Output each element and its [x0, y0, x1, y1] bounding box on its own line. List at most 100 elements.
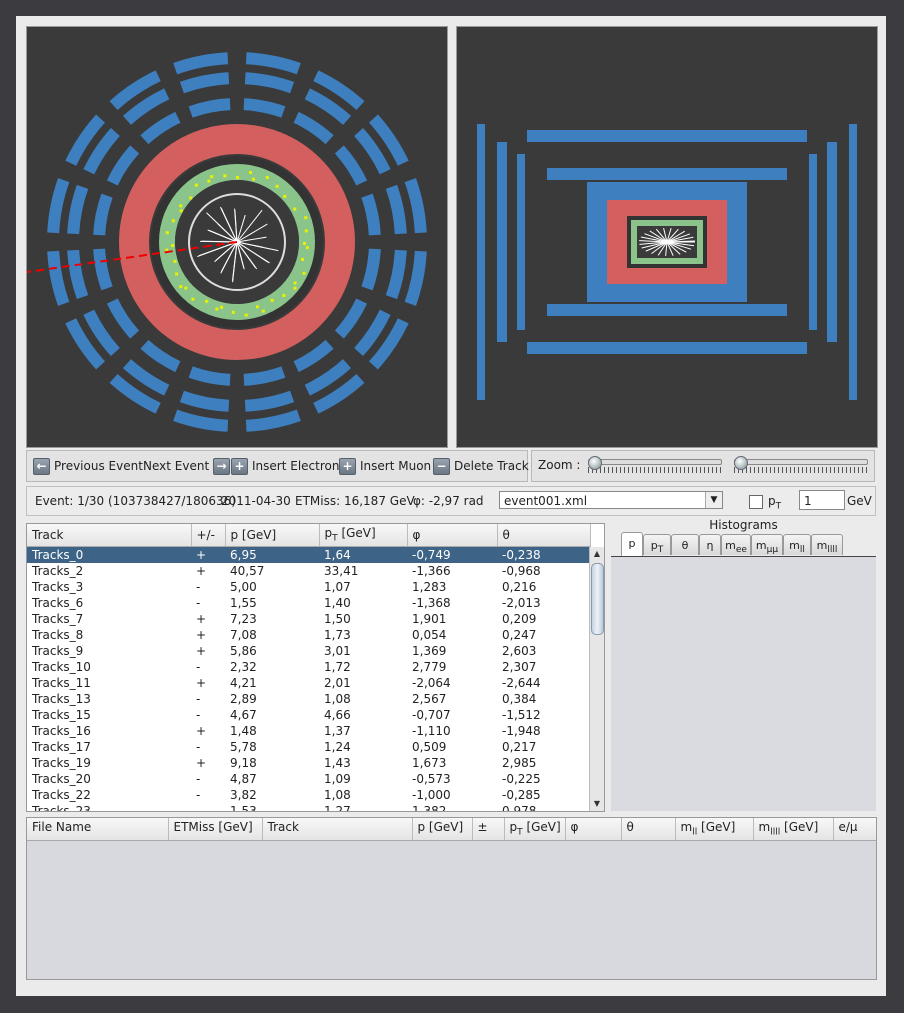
- results-table: File Name ETMiss [GeV] Track p [GeV] ± pT [Ge…: [26, 817, 877, 980]
- histogram-tab[interactable]: mee: [721, 534, 751, 555]
- track-cell-charge: -: [196, 788, 201, 802]
- tracks-col-header[interactable]: φ: [407, 524, 498, 547]
- results-col-header[interactable]: θ: [621, 818, 676, 841]
- track-cell-theta: 0,978: [502, 804, 537, 812]
- results-col-header[interactable]: Track: [262, 818, 413, 841]
- hit-marker: [293, 207, 297, 211]
- tracks-col-header[interactable]: p [GeV]: [225, 524, 320, 547]
- slider-knob[interactable]: [734, 456, 748, 470]
- scrollbar-thumb[interactable]: [591, 563, 604, 635]
- track-cell-pt: 1,73: [324, 628, 351, 642]
- transverse-view[interactable]: [26, 26, 448, 448]
- table-row[interactable]: Tracks_13 - 2,89 1,08 2,567 0,384: [27, 691, 590, 707]
- hit-marker: [220, 305, 224, 309]
- table-row[interactable]: Tracks_3 - 5,00 1,07 1,283 0,216: [27, 579, 590, 595]
- side-view[interactable]: [456, 26, 878, 448]
- muon-endcap: [477, 124, 485, 400]
- results-col-header[interactable]: e/μ: [833, 818, 876, 841]
- track-cell-theta: 0,209: [502, 612, 537, 626]
- tracks-col-header[interactable]: θ: [497, 524, 591, 547]
- track-cell-charge: -: [196, 660, 201, 674]
- histogram-tab[interactable]: η: [699, 534, 721, 555]
- track-cell-charge: +: [196, 644, 207, 658]
- zoom-slider-transverse[interactable]: [588, 456, 722, 474]
- table-row[interactable]: Tracks_17 - 5,78 1,24 0,509 0,217: [27, 739, 590, 755]
- transverse-view-canvas[interactable]: [27, 27, 447, 447]
- track-cell-track: Tracks_17: [32, 740, 91, 754]
- pt-filter-label: pT: [768, 494, 782, 512]
- track-cell-phi: -0,707: [412, 708, 451, 722]
- table-row[interactable]: Tracks_15 - 4,67 4,66 -0,707 -1,512: [27, 707, 590, 723]
- table-row[interactable]: Tracks_20 - 4,87 1,09 -0,573 -0,225: [27, 771, 590, 787]
- results-col-header[interactable]: File Name: [27, 818, 169, 841]
- hit-marker: [191, 297, 195, 301]
- insert-muon-button[interactable]: + Insert Muon: [339, 456, 431, 476]
- muon-chamber-segment: [173, 52, 229, 75]
- histogram-tab[interactable]: pT: [643, 534, 671, 555]
- table-row[interactable]: Tracks_11 +4,21 2,01 -2,064 -2,644: [27, 675, 590, 691]
- previous-event-label: Previous Event: [54, 459, 143, 473]
- muon-barrel: [547, 304, 787, 316]
- tracks-col-header[interactable]: Track: [27, 524, 192, 547]
- tracks-col-header[interactable]: pT [GeV]: [319, 524, 408, 547]
- results-col-header[interactable]: mllll [GeV]: [753, 818, 834, 841]
- track-cell-pt: 3,01: [324, 644, 351, 658]
- previous-event-button[interactable]: ← Previous Event: [33, 456, 143, 476]
- results-col-header[interactable]: p [GeV]: [412, 818, 473, 841]
- scroll-up-icon[interactable]: ▲: [590, 547, 604, 561]
- histogram-tab[interactable]: mll: [783, 534, 811, 555]
- table-row[interactable]: Tracks_2 +40,57 33,41 -1,366 -0,968: [27, 563, 590, 579]
- table-row[interactable]: Tracks_8 +7,08 1,73 0,054 0,247: [27, 627, 590, 643]
- muon-chamber-segment: [106, 145, 140, 186]
- track-cell-pt: 1,08: [324, 788, 351, 802]
- table-row[interactable]: Tracks_19 +9,18 1,43 1,673 2,985: [27, 755, 590, 771]
- slider-knob[interactable]: [588, 456, 602, 470]
- zoom-slider-side[interactable]: [734, 456, 868, 474]
- track-cell-phi: 1,901: [412, 612, 447, 626]
- table-row[interactable]: Tracks_22 - 3,82 1,08 -1,000 -0,285: [27, 787, 590, 803]
- pt-filter-checkbox[interactable]: [749, 495, 763, 509]
- results-col-header[interactable]: pT [GeV]: [504, 818, 566, 841]
- histogram-plot-area[interactable]: [611, 556, 876, 811]
- table-row[interactable]: Tracks_6 - 1,55 1,40 -1,368 -2,013: [27, 595, 590, 611]
- histogram-tab[interactable]: θ: [671, 534, 699, 555]
- results-col-header[interactable]: mll [GeV]: [675, 818, 754, 841]
- tracks-col-header[interactable]: +/-: [191, 524, 226, 547]
- hit-marker: [207, 179, 211, 183]
- track-cell-theta: -2,644: [502, 676, 541, 690]
- histogram-tab[interactable]: mllll: [811, 534, 843, 555]
- table-row[interactable]: Tracks_7 +7,23 1,50 1,901 0,209: [27, 611, 590, 627]
- histogram-tab[interactable]: mμμ: [751, 534, 783, 555]
- main-window: ← Previous Event Next Event → + Insert E…: [16, 16, 886, 996]
- event-info-bar: Event: 1/30 (103738427/180636) 2011-04-3…: [26, 486, 876, 516]
- side-view-canvas[interactable]: [457, 27, 877, 447]
- table-row[interactable]: Tracks_16 +1,48 1,37 -1,110 -1,948: [27, 723, 590, 739]
- table-row[interactable]: Tracks_9 +5,86 3,01 1,369 2,603: [27, 643, 590, 659]
- muon-chamber-segment: [385, 249, 407, 300]
- results-col-header[interactable]: ETMiss [GeV]: [168, 818, 263, 841]
- results-col-header[interactable]: ±: [472, 818, 505, 841]
- next-event-button[interactable]: Next Event →: [143, 456, 231, 476]
- insert-electron-label: Insert Electron: [252, 459, 340, 473]
- muon-chamber-segment: [334, 145, 368, 186]
- event-file-select[interactable]: event001.xml ▼: [499, 491, 723, 509]
- muon-endcap: [827, 142, 837, 342]
- hit-marker: [173, 259, 177, 263]
- muon-barrel: [547, 168, 787, 180]
- insert-electron-button[interactable]: + Insert Electron: [231, 456, 339, 476]
- scroll-down-icon[interactable]: ▼: [590, 797, 604, 811]
- muon-chamber-segment: [243, 98, 286, 118]
- track-cell-phi: -1,366: [412, 564, 451, 578]
- table-row[interactable]: Tracks_10 - 2,32 1,72 2,779 2,307: [27, 659, 590, 675]
- muon-chamber-segment: [243, 366, 286, 386]
- histogram-tab[interactable]: p: [621, 532, 643, 556]
- tracks-scrollbar[interactable]: ▲ ▼: [589, 547, 604, 811]
- track-cell-charge: +: [191, 546, 225, 563]
- table-row[interactable]: Tracks_0 +6,95 1,64 -0,749 -0,238: [27, 546, 590, 563]
- pt-threshold-input[interactable]: 1: [799, 490, 845, 510]
- track-cell-phi: 1,369: [412, 644, 447, 658]
- table-row[interactable]: Tracks_23 1,53 1,27 1,382 0,978: [27, 803, 590, 812]
- delete-track-button[interactable]: − Delete Track: [433, 456, 529, 476]
- chevron-down-icon[interactable]: ▼: [705, 492, 722, 508]
- results-col-header[interactable]: φ: [565, 818, 622, 841]
